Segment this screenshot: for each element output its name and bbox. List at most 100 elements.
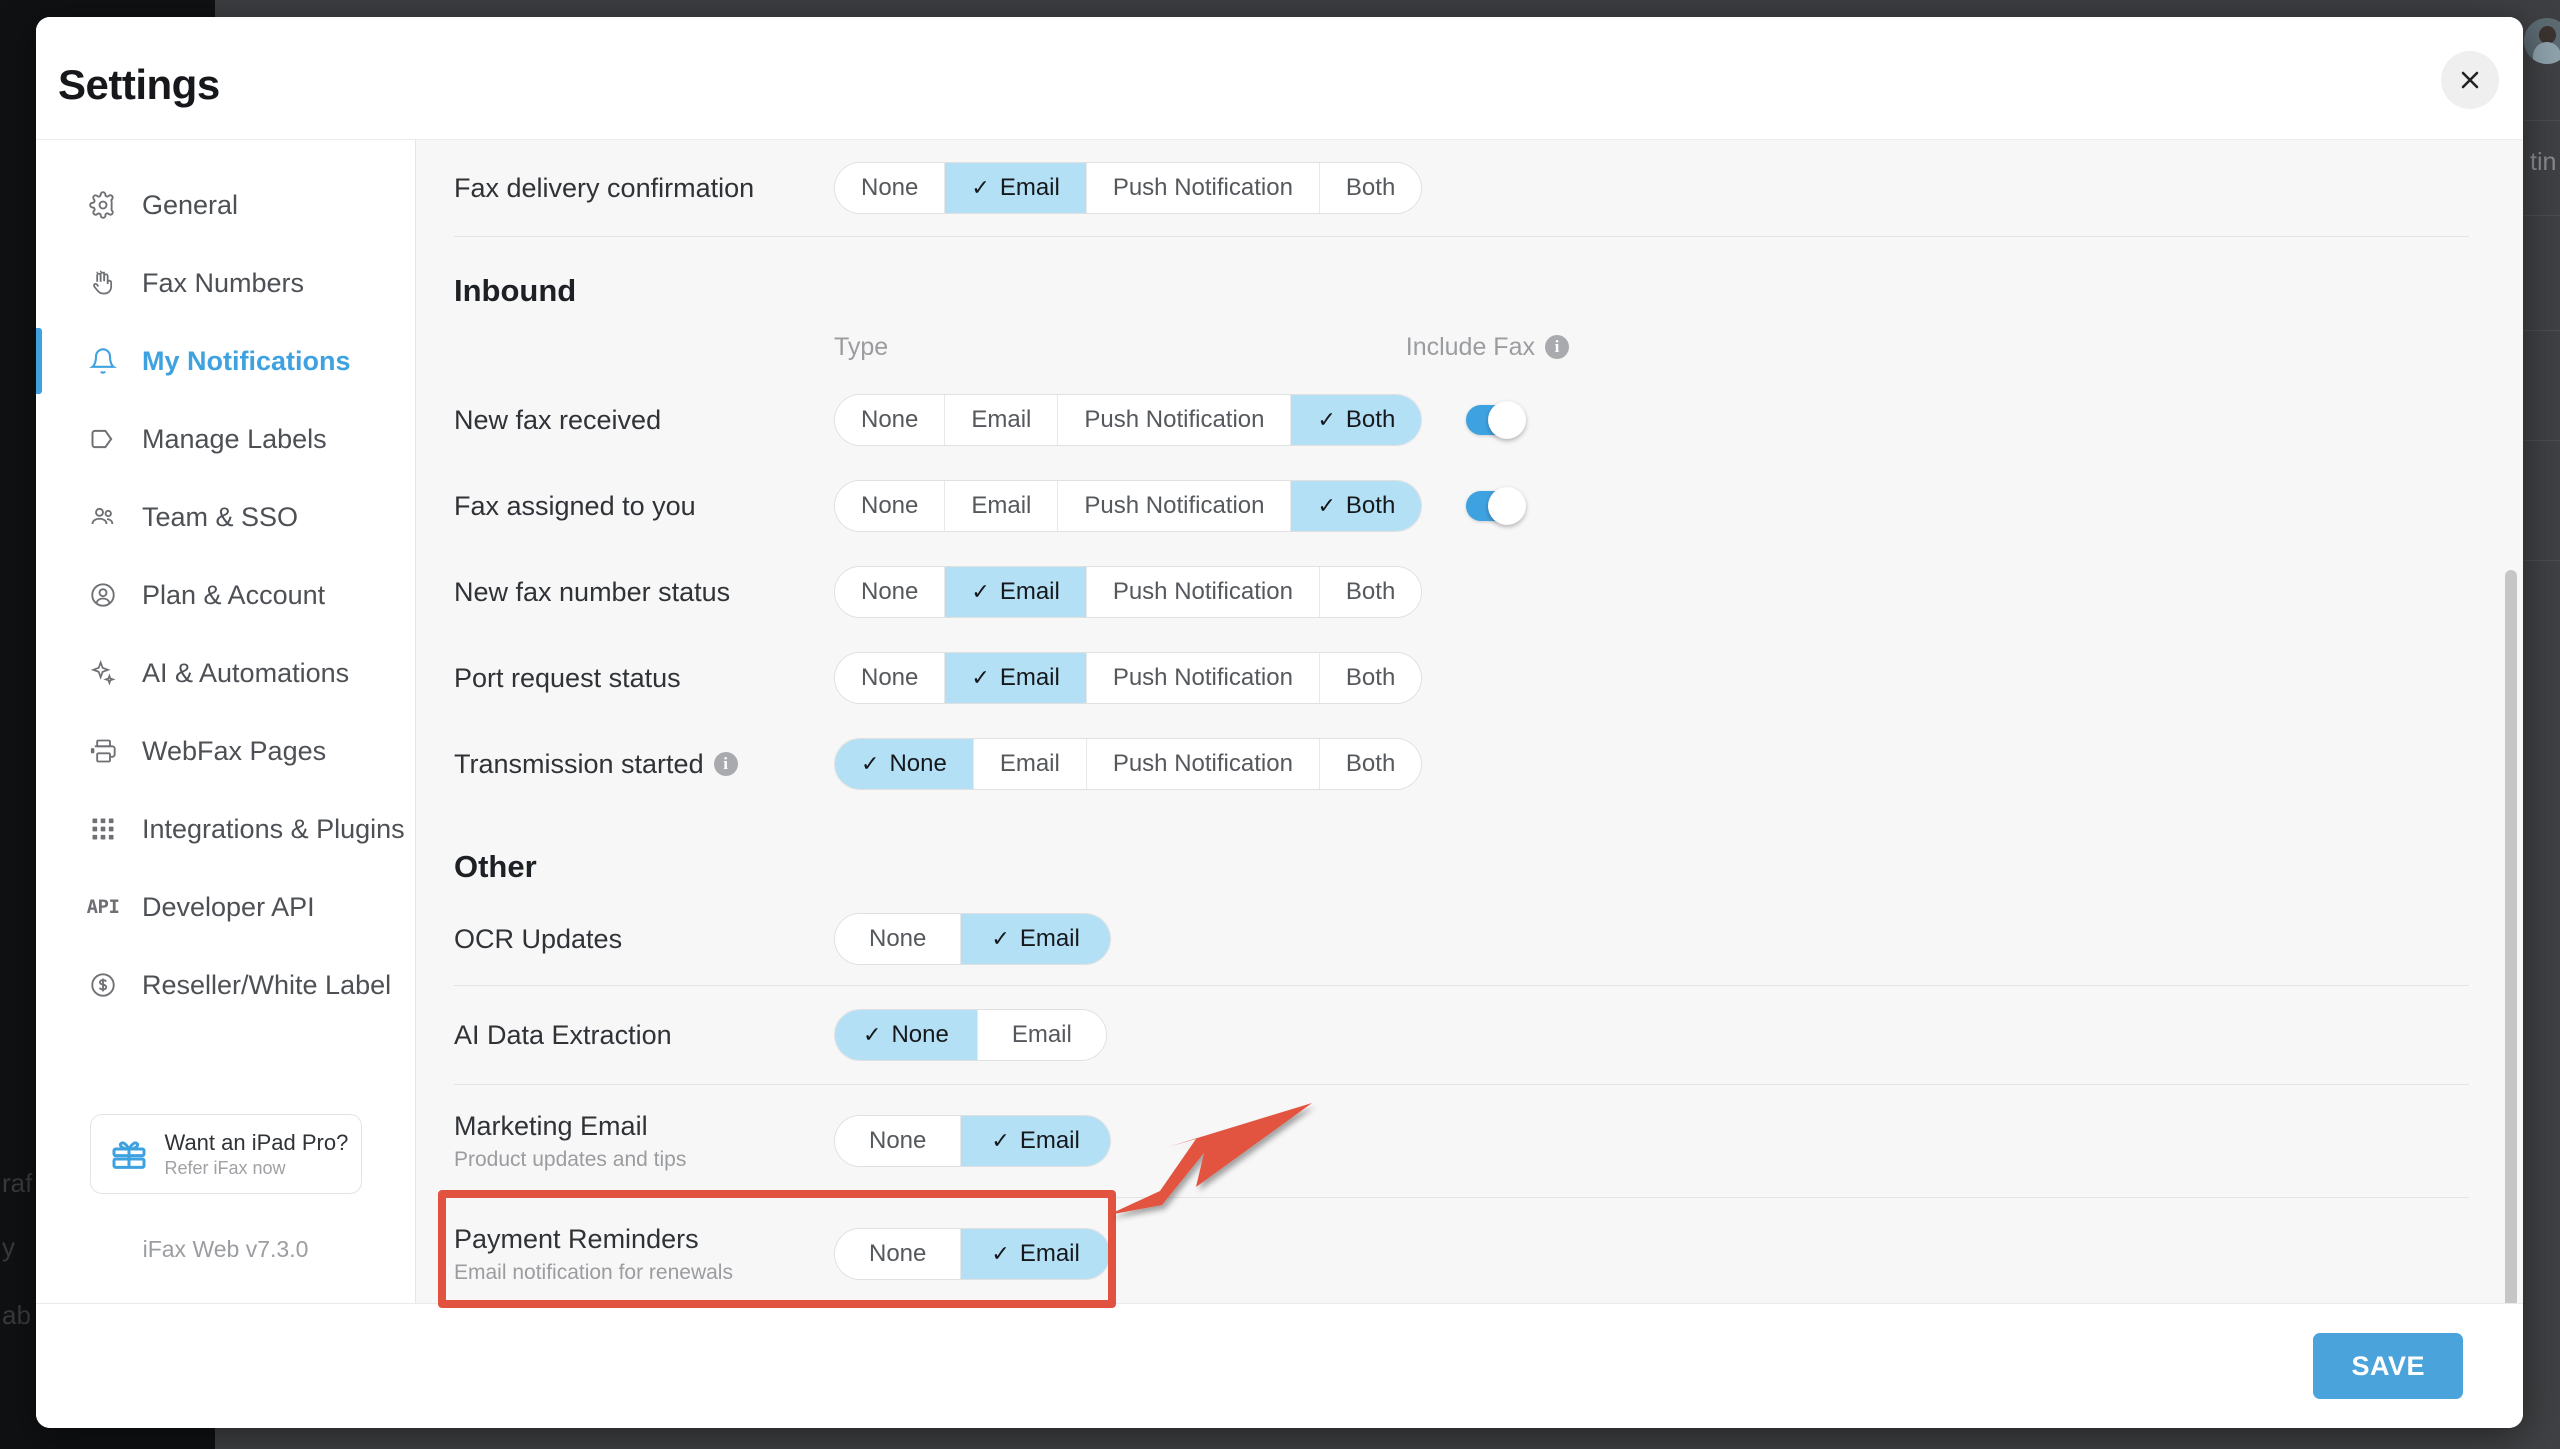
seg-option-label: Email [999,750,1060,777]
toggle-include-fax-fax-assigned-to-you[interactable] [1466,487,1527,525]
sidebar-item-webfax-pages[interactable]: WebFax Pages [36,712,415,790]
column-header-include-fax: Include Fax i [1406,333,1569,362]
seg-option-push-notification[interactable]: Push Notification [1086,567,1320,617]
segmented-control-fax-assigned-to-you[interactable]: None Email Push Notification ✓ Both [834,480,1423,532]
row-label: Fax delivery confirmation [454,172,755,203]
seg-option-email[interactable]: ✓ Email [945,163,1087,213]
seg-option-push-notification[interactable]: Push Notification [1086,739,1320,789]
info-icon[interactable]: i [1545,335,1569,359]
seg-option-none[interactable]: None [835,914,962,964]
segmented-control-ocr-updates[interactable]: None ✓ Email [834,913,1111,965]
seg-option-email[interactable]: Email [945,395,1059,445]
api-icon: API [86,896,120,918]
segmented-control-fax-delivery-confirmation[interactable]: None ✓ Email Push Notification Both [834,162,1423,214]
seg-option-both[interactable]: ✓ Both [1291,481,1422,531]
seg-option-label: Push Notification [1084,406,1265,433]
seg-option-label: None [869,1127,927,1154]
sidebar-item-integrations-plugins[interactable]: Integrations & Plugins [36,790,415,868]
sidebar-item-developer-api[interactable]: API Developer API [36,868,415,946]
sidebar-item-fax-numbers[interactable]: Fax Numbers [36,244,415,322]
sidebar-item-label: Integrations & Plugins [142,813,405,844]
seg-option-both[interactable]: Both [1319,567,1422,617]
seg-option-none[interactable]: ✓ None [835,739,974,789]
seg-option-both[interactable]: ✓ Both [1291,395,1422,445]
background-left-item-0: raf [2,1168,33,1198]
sidebar-item-label: Manage Labels [142,423,327,454]
seg-option-label: Push Notification [1112,174,1293,201]
sidebar-item-team-sso[interactable]: Team & SSO [36,478,415,556]
sidebar-item-general[interactable]: General [36,166,415,244]
info-icon[interactable]: i [713,752,738,776]
sidebar-item-label: General [142,189,239,220]
tag-icon [88,424,118,454]
segmented-control-marketing-email[interactable]: None ✓ Email [834,1115,1111,1167]
segmented-control-transmission-started[interactable]: ✓ None Email Push Notification Both [834,738,1423,790]
grid-dots-icon [88,814,118,844]
seg-option-email[interactable]: ✓ Email [961,914,1110,964]
segmented-control-new-fax-number-status[interactable]: None ✓ Email Push Notification Both [834,566,1423,618]
seg-option-none[interactable]: None [835,653,946,703]
seg-option-push-notification[interactable]: Push Notification [1086,653,1320,703]
check-icon: ✓ [991,926,1010,951]
seg-option-both[interactable]: Both [1319,739,1422,789]
sidebar-item-manage-labels[interactable]: Manage Labels [36,400,415,478]
seg-option-both[interactable]: Both [1319,163,1422,213]
content-scrollbar-thumb[interactable] [2505,570,2517,1303]
sidebar-item-label: AI & Automations [142,657,350,688]
referral-promo-card[interactable]: Want an iPad Pro? Refer iFax now [89,1114,362,1194]
seg-option-email[interactable]: ✓ Email [961,1116,1110,1166]
modal-header: Settings [36,17,2523,139]
sidebar-item-label: Fax Numbers [142,267,305,298]
sidebar-item-my-notifications[interactable]: My Notifications [36,322,415,400]
seg-option-email[interactable]: Email [977,1010,1106,1060]
seg-option-both[interactable]: Both [1319,653,1422,703]
seg-option-email[interactable]: ✓ Email [945,567,1087,617]
seg-option-label: Push Notification [1112,750,1293,777]
seg-option-label: Email [1011,1021,1072,1048]
toggle-knob [1488,487,1527,525]
seg-option-email[interactable]: ✓ Email [945,653,1087,703]
seg-option-label: None [891,1021,949,1048]
seg-option-none[interactable]: ✓ None [835,1010,978,1060]
seg-option-label: None [861,492,919,519]
gift-icon [109,1134,149,1174]
seg-option-push-notification[interactable]: Push Notification [1058,395,1292,445]
sidebar-item-plan-account[interactable]: Plan & Account [36,556,415,634]
row-label: Transmission started [454,748,704,779]
save-button[interactable]: SAVE [2313,1333,2463,1399]
toggle-include-fax-new-fax-received[interactable] [1466,401,1527,439]
seg-option-none[interactable]: None [835,1116,962,1166]
sidebar-item-ai-automations[interactable]: AI & Automations [36,634,415,712]
content-inner: Fax delivery confirmation None ✓ Email Pu… [416,140,2523,1303]
segmented-control-new-fax-received[interactable]: None Email Push Notification ✓ Both [834,394,1423,446]
sidebar-nav: General Fax Numbers My Notifications Man… [36,140,415,1024]
sidebar-item-label: Developer API [142,891,315,922]
seg-option-email[interactable]: Email [945,481,1059,531]
seg-option-label: Push Notification [1112,664,1293,691]
section-title-inbound: Inbound [454,273,577,308]
row-label: AI Data Extraction [454,1019,672,1050]
close-icon[interactable] [2441,51,2499,109]
segmented-control-payment-reminders[interactable]: None ✓ Email [834,1228,1111,1280]
row-label: Fax assigned to you [454,490,696,521]
row-sublabel: Product updates and tips [454,1147,687,1171]
seg-option-none[interactable]: None [835,567,946,617]
segmented-control-ai-data-extraction[interactable]: ✓ None Email [834,1009,1107,1061]
seg-option-email[interactable]: Email [973,739,1087,789]
row-label: Payment Reminders [454,1223,699,1254]
seg-option-none[interactable]: None [835,1229,962,1279]
seg-option-label: Email [999,578,1060,605]
sidebar-footer: Want an iPad Pro? Refer iFax now iFax We… [36,1114,415,1303]
seg-option-none[interactable]: None [835,163,946,213]
seg-option-label: None [861,664,919,691]
seg-option-none[interactable]: None [835,395,946,445]
segmented-control-port-request-status[interactable]: None ✓ Email Push Notification Both [834,652,1423,704]
modal-footer: SAVE [36,1303,2523,1428]
seg-option-none[interactable]: None [835,481,946,531]
sidebar-item-reseller-white-label[interactable]: Reseller/White Label [36,946,415,1024]
seg-option-push-notification[interactable]: Push Notification [1086,163,1320,213]
content-scrollbar-track[interactable] [2505,140,2519,1303]
seg-option-email[interactable]: ✓ Email [961,1229,1110,1279]
seg-option-push-notification[interactable]: Push Notification [1058,481,1292,531]
check-icon: ✓ [971,665,990,690]
